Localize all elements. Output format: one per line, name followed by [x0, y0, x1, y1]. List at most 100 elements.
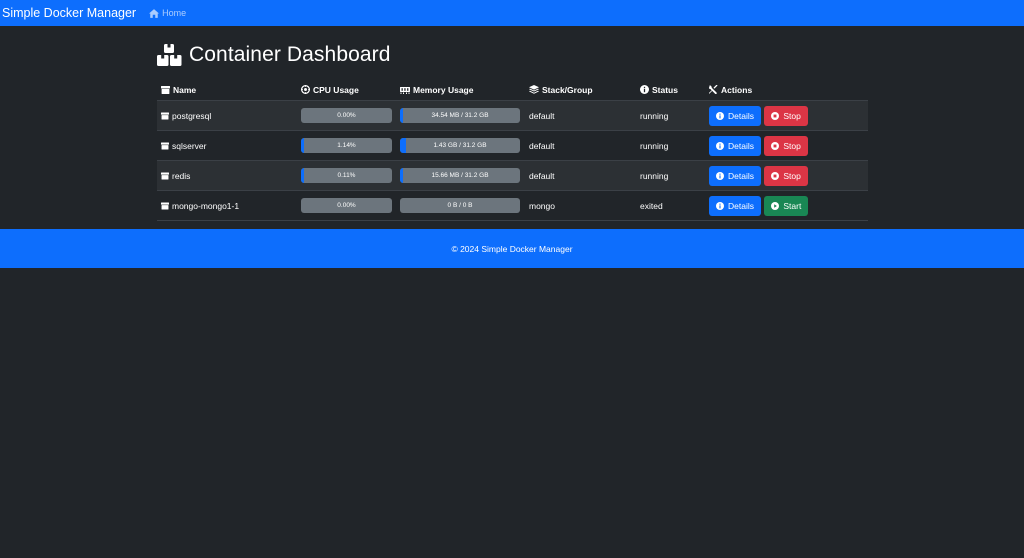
- container-name-cell: redis: [157, 160, 297, 191]
- header-actions: Actions: [705, 80, 868, 101]
- details-button[interactable]: Details: [709, 105, 761, 126]
- info-circle-icon: [716, 141, 724, 150]
- details-button-label: Details: [728, 110, 754, 121]
- cpu-icon: [301, 85, 310, 94]
- details-button[interactable]: Details: [709, 195, 761, 216]
- box-icon: [161, 141, 169, 150]
- boxes-icon: [157, 44, 182, 66]
- actions-cell: Details Stop: [705, 160, 868, 191]
- home-icon: [149, 8, 160, 18]
- header-name: Name: [157, 80, 297, 101]
- memory-usage-text: 0 B / 0 B: [447, 202, 473, 209]
- info-circle-icon: [716, 111, 724, 120]
- header-stack: Stack/Group: [525, 80, 636, 101]
- details-button-label: Details: [728, 170, 754, 181]
- nav-home-link[interactable]: Home: [149, 8, 186, 18]
- header-name-label: Name: [173, 85, 197, 95]
- memory-icon: [400, 87, 410, 94]
- box-icon: [161, 171, 169, 180]
- container-name-cell: postgresql: [157, 100, 297, 131]
- stop-circle-icon: [771, 111, 780, 120]
- header-cpu-label: CPU Usage: [313, 85, 359, 95]
- page-title-text: Container Dashboard: [189, 43, 391, 66]
- cpu-progress-bar: 0.00%: [301, 198, 392, 213]
- container-name: mongo-mongo1-1: [172, 200, 240, 211]
- layers-icon: [529, 85, 539, 94]
- memory-cell: 0 B / 0 B: [396, 190, 525, 221]
- table-row: mongo-mongo1-1 0.00% 0 B / 0 B mongo exi…: [157, 190, 868, 221]
- container-name: redis: [172, 170, 191, 181]
- container-name-cell: mongo-mongo1-1: [157, 190, 297, 221]
- memory-cell: 34.54 MB / 31.2 GB: [396, 100, 525, 131]
- container-name: sqlserver: [172, 140, 207, 151]
- cpu-cell: 1.14%: [297, 130, 396, 161]
- box-icon: [161, 86, 170, 94]
- details-button-label: Details: [728, 200, 754, 211]
- stack-cell: default: [525, 100, 636, 131]
- cpu-cell: 0.11%: [297, 160, 396, 191]
- cpu-progress-bar: 0.11%: [301, 168, 392, 183]
- stack-cell: mongo: [525, 190, 636, 221]
- cpu-cell: 0.00%: [297, 100, 396, 131]
- status-cell: running: [636, 160, 705, 191]
- navbar: Simple Docker Manager Home: [0, 0, 1024, 26]
- info-circle-icon: [716, 171, 724, 180]
- stop-button[interactable]: Stop: [764, 105, 808, 126]
- action-button-label: Start: [783, 200, 802, 211]
- header-memory: Memory Usage: [396, 80, 525, 101]
- header-status: Status: [636, 80, 705, 101]
- footer: © 2024 Simple Docker Manager: [0, 229, 1024, 268]
- status-cell: running: [636, 130, 705, 161]
- container-name: postgresql: [172, 110, 212, 121]
- actions-cell: Details Stop: [705, 100, 868, 131]
- memory-progress-bar: 34.54 MB / 31.2 GB: [400, 108, 520, 123]
- cpu-usage-text: 1.14%: [337, 142, 356, 149]
- action-button-label: Stop: [783, 140, 801, 151]
- actions-cell: Details Stop: [705, 130, 868, 161]
- stack-cell: default: [525, 130, 636, 161]
- header-stack-label: Stack/Group: [542, 85, 593, 95]
- info-circle-icon: [716, 201, 724, 210]
- container-table: Name CPU Usage Memory Usage Stack/Group …: [157, 80, 868, 221]
- brand-link[interactable]: Simple Docker Manager: [2, 6, 136, 20]
- tools-icon: [709, 85, 718, 94]
- status-cell: running: [636, 100, 705, 131]
- cpu-progress-bar: 0.00%: [301, 108, 392, 123]
- table-header-row: Name CPU Usage Memory Usage Stack/Group …: [157, 80, 868, 101]
- stack-cell: default: [525, 160, 636, 191]
- action-button-label: Stop: [783, 170, 801, 181]
- info-circle-icon: [640, 85, 649, 94]
- cpu-usage-text: 0.00%: [337, 112, 356, 119]
- play-circle-icon: [771, 201, 780, 210]
- footer-text: © 2024 Simple Docker Manager: [451, 243, 573, 254]
- memory-cell: 15.66 MB / 31.2 GB: [396, 160, 525, 191]
- start-button[interactable]: Start: [764, 195, 809, 216]
- header-cpu: CPU Usage: [297, 80, 396, 101]
- memory-usage-text: 15.66 MB / 31.2 GB: [431, 172, 489, 179]
- table-row: sqlserver 1.14% 1.43 GB / 31.2 GB defaul…: [157, 130, 868, 161]
- stop-circle-icon: [771, 171, 780, 180]
- header-memory-label: Memory Usage: [413, 85, 474, 95]
- table-row: postgresql 0.00% 34.54 MB / 31.2 GB defa…: [157, 100, 868, 131]
- cpu-usage-text: 0.00%: [337, 202, 356, 209]
- table-row: redis 0.11% 15.66 MB / 31.2 GB default r…: [157, 160, 868, 191]
- page-title: Container Dashboard: [157, 40, 391, 70]
- box-icon: [161, 111, 169, 120]
- header-actions-label: Actions: [721, 85, 753, 95]
- memory-progress-bar: 0 B / 0 B: [400, 198, 520, 213]
- memory-usage-text: 1.43 GB / 31.2 GB: [433, 142, 487, 149]
- details-button[interactable]: Details: [709, 135, 761, 156]
- stop-circle-icon: [771, 141, 780, 150]
- stop-button[interactable]: Stop: [764, 165, 808, 186]
- details-button[interactable]: Details: [709, 165, 761, 186]
- status-cell: exited: [636, 190, 705, 221]
- stop-button[interactable]: Stop: [764, 135, 808, 156]
- cpu-cell: 0.00%: [297, 190, 396, 221]
- cpu-progress-bar: 1.14%: [301, 138, 392, 153]
- memory-progress-bar: 15.66 MB / 31.2 GB: [400, 168, 520, 183]
- memory-progress-bar: 1.43 GB / 31.2 GB: [400, 138, 520, 153]
- actions-cell: Details Start: [705, 190, 868, 221]
- action-button-label: Stop: [783, 110, 801, 121]
- container-name-cell: sqlserver: [157, 130, 297, 161]
- memory-cell: 1.43 GB / 31.2 GB: [396, 130, 525, 161]
